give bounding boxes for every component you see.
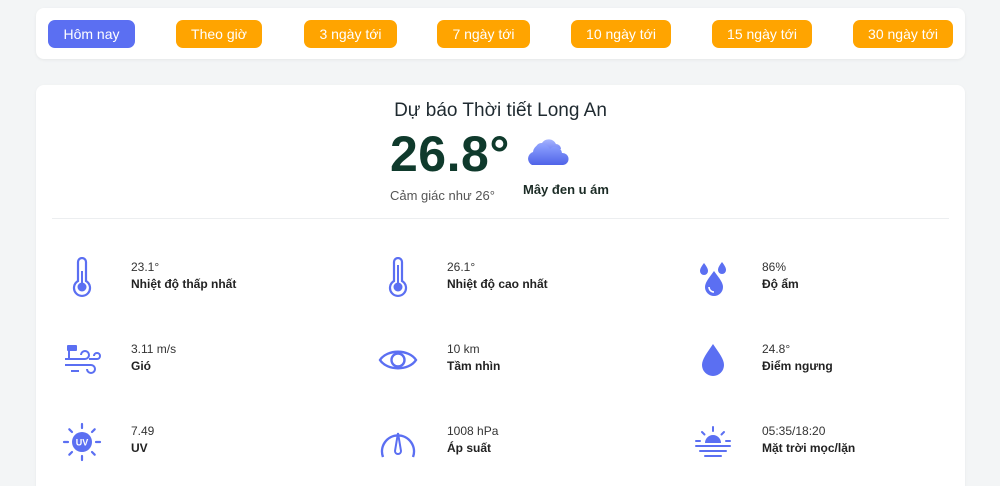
metric-label: Điểm ngưng <box>762 359 833 373</box>
metric-max-temp: 26.1° Nhiệt độ cao nhất <box>377 257 677 307</box>
metric-visibility: 10 km Tầm nhìn <box>377 339 677 389</box>
tab-10-days[interactable]: 10 ngày tới <box>571 20 671 48</box>
tab-30-days[interactable]: 30 ngày tới <box>853 20 953 48</box>
pressure-icon <box>380 432 416 458</box>
metric-humidity: 86% Độ ẩm <box>692 257 992 307</box>
wind-icon <box>65 345 101 374</box>
metric-value: 86% <box>762 260 787 274</box>
tab-today[interactable]: Hôm nay <box>48 20 135 48</box>
metric-value: 23.1° <box>131 260 160 274</box>
svg-text:UV: UV <box>76 438 89 448</box>
tab-3-days[interactable]: 3 ngày tới <box>304 20 397 48</box>
metric-value: 10 km <box>447 342 480 356</box>
tab-7-days[interactable]: 7 ngày tới <box>437 20 530 48</box>
tab-hourly[interactable]: Theo giờ <box>176 20 262 48</box>
forecast-card: Dự báo Thời tiết Long An 26.8° Cảm giác … <box>36 85 965 486</box>
metric-value: 3.11 m/s <box>131 342 177 356</box>
metric-label: UV <box>131 441 148 455</box>
thermometer-low-icon <box>72 257 92 298</box>
metric-pressure: 1008 hPa Áp suất <box>377 421 677 471</box>
metric-label: Nhiệt độ thấp nhất <box>131 277 237 291</box>
metric-value: 05:35/18:20 <box>762 424 826 438</box>
dewpoint-icon <box>702 344 724 376</box>
forecast-title: Dự báo Thời tiết Long An <box>394 100 607 121</box>
thermometer-high-icon <box>388 257 408 298</box>
divider <box>52 218 949 219</box>
metric-value: 1008 hPa <box>447 424 499 438</box>
humidity-icon <box>700 262 726 296</box>
metric-label: Nhiệt độ cao nhất <box>447 277 548 291</box>
eye-icon <box>378 350 418 370</box>
metric-value: 7.49 <box>131 424 155 438</box>
weather-condition: Mây đen u ám <box>523 182 609 197</box>
metric-dewpoint: 24.8° Điểm ngưng <box>692 339 992 389</box>
metric-label: Gió <box>131 359 151 373</box>
metric-label: Độ ẩm <box>762 277 799 291</box>
metric-uv: UV 7.49 UV <box>61 421 361 471</box>
metric-sunrise-sunset: 05:35/18:20 Mặt trời mọc/lặn <box>692 421 992 471</box>
feels-like: Cảm giác như 26° <box>390 188 495 203</box>
metric-label: Mặt trời mọc/lặn <box>762 441 856 455</box>
forecast-tab-bar: Hôm nay Theo giờ 3 ngày tới 7 ngày tới 1… <box>36 8 965 59</box>
metric-label: Áp suất <box>447 441 492 455</box>
metric-wind: 3.11 m/s Gió <box>61 339 361 389</box>
sunrise-sunset-icon <box>695 426 731 457</box>
metric-value: 26.1° <box>447 260 476 274</box>
metric-value: 24.8° <box>762 342 791 356</box>
tab-15-days[interactable]: 15 ngày tới <box>712 20 812 48</box>
uv-icon: UV <box>62 422 102 462</box>
metric-min-temp: 23.1° Nhiệt độ thấp nhất <box>61 257 361 307</box>
cloud-icon <box>528 139 569 165</box>
current-temperature: 26.8° <box>390 126 510 182</box>
metric-label: Tầm nhìn <box>447 359 501 373</box>
